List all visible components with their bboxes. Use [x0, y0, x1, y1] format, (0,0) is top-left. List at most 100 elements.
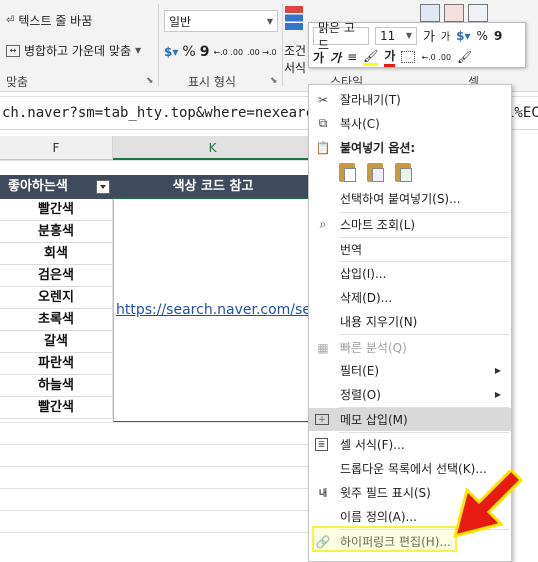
font-size-select[interactable]: 11 ▼	[375, 26, 417, 45]
mini-toolbar: 맑은 고드 11 ▼ 가 가 $▾ % 9 가 가 ≡ 🖌 가 ←.0 .00 🖌	[308, 21, 526, 68]
column-header-k[interactable]: K	[113, 136, 313, 160]
borders-icon[interactable]	[401, 51, 416, 63]
conditional-format-icon	[285, 6, 303, 30]
quick-analysis-icon: ▦	[317, 340, 329, 355]
currency-icon[interactable]: $▾	[456, 29, 470, 43]
menu-item-quick-analysis-label: 빠른 분석(Q)	[340, 341, 407, 355]
decrease-decimal-button[interactable]: .00 →.0	[247, 48, 277, 57]
menu-item-filter[interactable]: 필터(E) ▶	[309, 359, 511, 382]
dialog-launcher-icon[interactable]: ⬊	[270, 76, 278, 86]
paste-icon: 📋	[315, 140, 331, 155]
menu-item-insert-label: 삽입(I)...	[340, 267, 387, 281]
font-color-button[interactable]: 가	[384, 47, 396, 67]
menu-item-copy[interactable]: ⧉ 복사(C)	[309, 112, 511, 135]
italic-button[interactable]: 가	[330, 49, 341, 66]
hyperlink-text[interactable]: https://search.naver.com/sear	[116, 302, 325, 318]
wrap-text-icon: ⏎	[6, 15, 15, 26]
menu-item-smart-lookup-label: 스마트 조회(L)	[340, 218, 416, 232]
menu-item-phonetic-label: 윗주 필드 표시(S)	[340, 486, 431, 500]
menu-item-delete-label: 삭제(D)...	[340, 291, 393, 305]
bold-button[interactable]: 가	[313, 49, 324, 66]
menu-item-paste-special[interactable]: 선택하여 붙여넣기(S)...	[309, 187, 511, 210]
menu-item-clear-contents[interactable]: 내용 지우기(N)	[309, 310, 511, 333]
menu-item-sort-label: 정렬(O)	[340, 388, 381, 402]
currency-icon[interactable]: $▾	[164, 45, 178, 59]
column-header-f[interactable]: F	[0, 136, 113, 160]
menu-item-clear-contents-label: 내용 지우기(N)	[340, 315, 418, 329]
decimal-icons[interactable]: ←.0 .00	[421, 53, 451, 62]
chevron-down-icon: ▼	[135, 46, 142, 55]
menu-item-quick-analysis: ▦ 빠른 분석(Q)	[309, 336, 511, 359]
font-name-select[interactable]: 맑은 고드	[313, 21, 369, 52]
font-size-value: 11	[380, 28, 396, 43]
menu-item-sort[interactable]: 정렬(O) ▶	[309, 383, 511, 406]
paste-formulas-icon[interactable]	[367, 161, 387, 183]
wrap-text-button[interactable]: ⏎ 텍스트 줄 바꿈	[6, 12, 92, 29]
phonetic-icon: 내	[318, 489, 328, 499]
shrink-font-button[interactable]: 가	[441, 28, 450, 43]
format-cells-icon[interactable]	[468, 4, 488, 22]
dialog-launcher-icon[interactable]: ⬊	[146, 76, 154, 86]
menu-item-translate-label: 번역	[340, 243, 363, 257]
comma-button[interactable]: 9	[494, 29, 502, 43]
table-cell[interactable]: 오렌지	[0, 287, 113, 309]
menu-item-insert[interactable]: 삽입(I)...	[309, 262, 511, 285]
format-painter-icon[interactable]: 🖌	[457, 50, 472, 64]
merge-center-button[interactable]: ↔ 병합하고 가운데 맞춤 ▼	[6, 42, 141, 59]
table-header-code: 색상 코드 참고	[113, 175, 313, 199]
table-cell[interactable]: 빨간색	[0, 397, 113, 419]
formula-bar-text: ch.naver?sm=tab_hty.top&where=nexearch&q	[2, 105, 340, 121]
table-cell[interactable]: 초록색	[0, 309, 113, 331]
insert-cells-icon[interactable]	[420, 4, 440, 22]
group-label-number: 표시 형식	[188, 75, 236, 89]
percent-button[interactable]: %	[182, 44, 195, 60]
conditional-format-text: 조건	[284, 44, 307, 58]
filter-dropdown-icon[interactable]	[96, 180, 110, 194]
menu-item-format-cells[interactable]: ≣ 셀 서식(F)...	[309, 433, 511, 456]
grow-font-button[interactable]: 가	[423, 26, 435, 45]
submenu-arrow-icon: ▶	[494, 366, 501, 375]
search-icon: ⌕	[319, 217, 327, 231]
menu-item-paste-special-label: 선택하여 붙여넣기(S)...	[340, 192, 461, 206]
table-cell[interactable]: 회색	[0, 243, 113, 265]
percent-button[interactable]: %	[477, 29, 488, 43]
menu-item-format-cells-label: 셀 서식(F)...	[340, 438, 405, 452]
table-cell[interactable]: 분홍색	[0, 221, 113, 243]
paste-picture-icon[interactable]	[395, 161, 415, 183]
cell-insert-icons	[420, 4, 488, 22]
menu-item-insert-comment-label: 메모 삽입(M)	[340, 413, 408, 427]
chevron-down-icon: ▼	[266, 16, 273, 26]
align-button[interactable]: ≡	[347, 50, 357, 64]
number-format-select[interactable]: 일반 ▼	[164, 10, 278, 32]
number-format-value: 일반	[169, 14, 192, 29]
menu-item-smart-lookup[interactable]: ⌕ 스마트 조회(L)	[309, 213, 511, 236]
chevron-down-icon: ▼	[405, 31, 412, 40]
wrap-text-label: 텍스트 줄 바꿈	[18, 14, 93, 28]
table-cell[interactable]: 검은색	[0, 265, 113, 287]
red-arrow-icon	[452, 470, 524, 539]
menu-item-filter-label: 필터(E)	[340, 364, 380, 378]
merge-center-icon: ↔	[6, 44, 20, 57]
menu-item-copy-label: 복사(C)	[340, 117, 380, 131]
menu-item-cut[interactable]: ✂ 잘라내기(T)	[309, 88, 511, 111]
fill-color-icon[interactable]: 🖌	[363, 49, 379, 66]
delete-cells-icon[interactable]	[444, 4, 464, 22]
format-text: 서식	[284, 61, 307, 75]
paste-icon[interactable]	[339, 161, 359, 183]
table-cell[interactable]: 갈색	[0, 331, 113, 353]
conditional-format-button[interactable]	[285, 6, 303, 30]
scissors-icon: ✂	[317, 92, 329, 107]
comma-button[interactable]: 9	[200, 44, 210, 60]
comment-icon: ＋	[315, 414, 329, 425]
menu-item-insert-comment[interactable]: ＋ 메모 삽입(M)	[309, 408, 511, 431]
table-cell[interactable]: 파란색	[0, 353, 113, 375]
increase-decimal-button[interactable]: ←.0 .00	[213, 48, 243, 57]
menu-item-delete[interactable]: 삭제(D)...	[309, 286, 511, 309]
submenu-arrow-icon: ▶	[494, 390, 501, 399]
table-cell[interactable]: 빨간색	[0, 199, 113, 221]
menu-item-translate[interactable]: 번역	[309, 238, 511, 261]
conditional-format-label: 조건 서식	[284, 42, 306, 76]
copy-icon: ⧉	[318, 116, 328, 130]
table-cell[interactable]: 하늘색	[0, 375, 113, 397]
table-header-color: 좋아하는색	[0, 175, 113, 199]
